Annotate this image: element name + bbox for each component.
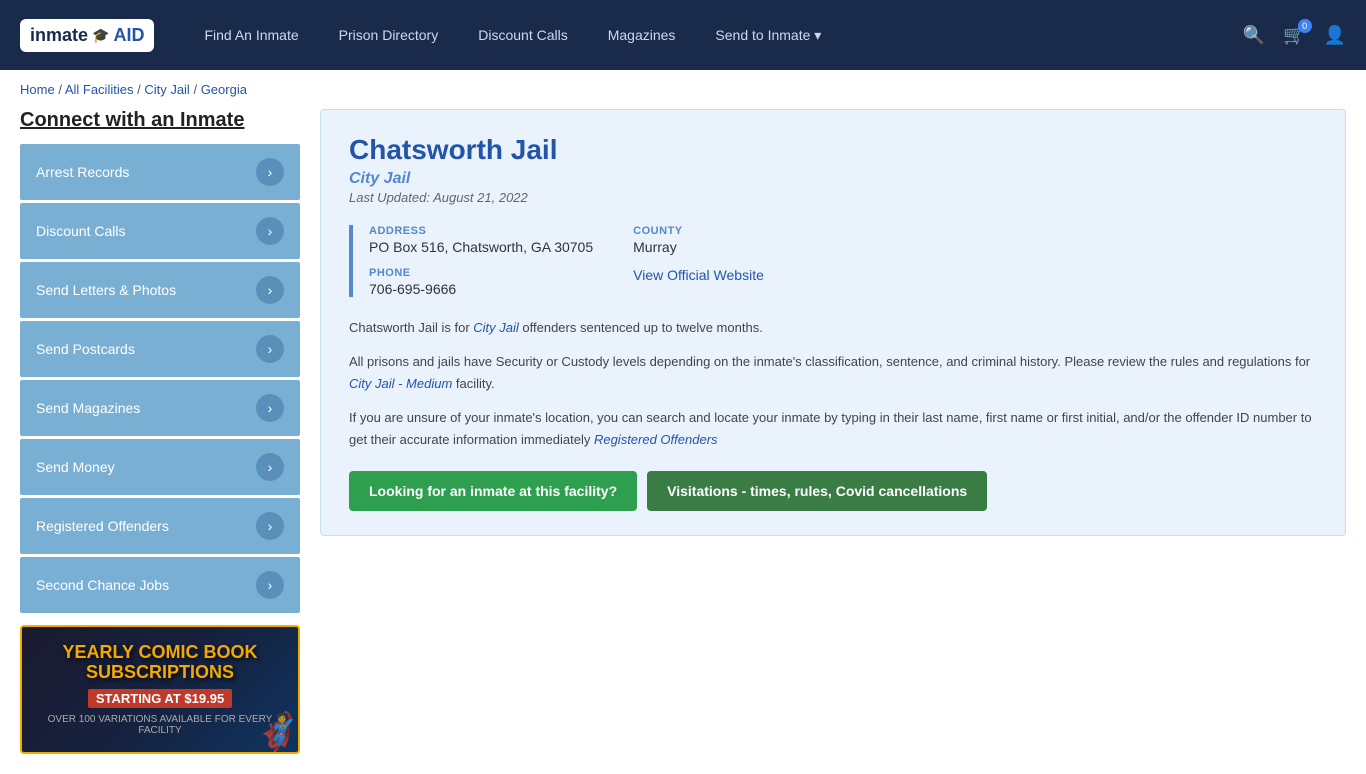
sidebar-arrow-icon: › [256, 571, 284, 599]
sidebar-item-discount-calls[interactable]: Discount Calls › [20, 203, 300, 259]
sidebar-ad[interactable]: YEARLY COMIC BOOKSUBSCRIPTIONS STARTING … [20, 625, 300, 754]
sidebar-arrow-icon: › [256, 335, 284, 363]
sidebar-item-send-postcards[interactable]: Send Postcards › [20, 321, 300, 377]
facility-description: Chatsworth Jail is for City Jail offende… [349, 317, 1317, 451]
registered-offenders-link[interactable]: Registered Offenders [594, 432, 718, 447]
cart-icon[interactable]: 🛒 0 [1283, 25, 1305, 46]
ad-starting-at: STARTING AT $19.95 [88, 689, 232, 708]
sidebar-arrow-icon: › [256, 512, 284, 540]
logo-aid-text: AID [113, 25, 144, 46]
nav-discount-calls[interactable]: Discount Calls [478, 27, 567, 43]
main-layout: Connect with an Inmate Arrest Records › … [0, 109, 1366, 774]
sidebar-item-send-letters[interactable]: Send Letters & Photos › [20, 262, 300, 318]
phone-label: PHONE [369, 267, 593, 279]
sidebar-item-label: Send Postcards [36, 341, 135, 357]
city-jail-medium-link[interactable]: City Jail - Medium [349, 376, 452, 391]
logo-text: inmate [30, 25, 88, 46]
ad-heroes-icon: 🦸 [253, 710, 300, 754]
nav-prison-directory[interactable]: Prison Directory [339, 27, 439, 43]
sidebar-item-send-magazines[interactable]: Send Magazines › [20, 380, 300, 436]
logo[interactable]: inmate 🎓 AID [20, 19, 154, 52]
breadcrumb-home[interactable]: Home [20, 82, 55, 97]
website-link[interactable]: View Official Website [633, 267, 764, 283]
sidebar-title: Connect with an Inmate [20, 109, 300, 132]
address-value: PO Box 516, Chatsworth, GA 30705 [369, 239, 593, 255]
sidebar-item-second-chance-jobs[interactable]: Second Chance Jobs › [20, 557, 300, 613]
county-label: COUNTY [633, 225, 764, 237]
nav-magazines[interactable]: Magazines [608, 27, 676, 43]
sidebar-item-label: Arrest Records [36, 164, 129, 180]
sidebar-item-label: Send Letters & Photos [36, 282, 176, 298]
sidebar-item-send-money[interactable]: Send Money › [20, 439, 300, 495]
breadcrumb-state[interactable]: Georgia [201, 82, 247, 97]
sidebar-menu: Arrest Records › Discount Calls › Send L… [20, 144, 300, 613]
facility-name: Chatsworth Jail [349, 134, 1317, 166]
main-content: Chatsworth Jail City Jail Last Updated: … [320, 109, 1346, 754]
sidebar-item-label: Discount Calls [36, 223, 125, 239]
sidebar-item-label: Send Magazines [36, 400, 140, 416]
desc-para-1: Chatsworth Jail is for City Jail offende… [349, 317, 1317, 339]
nav-send-to-inmate[interactable]: Send to Inmate ▾ [715, 27, 821, 44]
user-icon[interactable]: 👤 [1324, 25, 1346, 46]
facility-card: Chatsworth Jail City Jail Last Updated: … [320, 109, 1346, 536]
county-col: COUNTY Murray View Official Website [633, 225, 764, 297]
desc-para-2: All prisons and jails have Security or C… [349, 351, 1317, 395]
breadcrumb: Home / All Facilities / City Jail / Geor… [0, 70, 1366, 109]
sidebar: Connect with an Inmate Arrest Records › … [20, 109, 300, 754]
nav-find-inmate[interactable]: Find An Inmate [204, 27, 298, 43]
desc-para-3: If you are unsure of your inmate's locat… [349, 407, 1317, 451]
breadcrumb-city-jail[interactable]: City Jail [144, 82, 190, 97]
sidebar-arrow-icon: › [256, 453, 284, 481]
facility-details: ADDRESS PO Box 516, Chatsworth, GA 30705… [349, 225, 1317, 297]
sidebar-arrow-icon: › [256, 276, 284, 304]
city-jail-link-1[interactable]: City Jail [473, 320, 519, 335]
logo-hat-icon: 🎓 [92, 27, 109, 44]
facility-type: City Jail [349, 170, 1317, 188]
sidebar-arrow-icon: › [256, 394, 284, 422]
facility-updated: Last Updated: August 21, 2022 [349, 190, 1317, 205]
sidebar-item-label: Registered Offenders [36, 518, 169, 534]
ad-title: YEARLY COMIC BOOKSUBSCRIPTIONS [62, 643, 257, 683]
sidebar-item-label: Second Chance Jobs [36, 577, 169, 593]
sidebar-item-registered-offenders[interactable]: Registered Offenders › [20, 498, 300, 554]
breadcrumb-sep3: / [193, 82, 200, 97]
county-value: Murray [633, 239, 764, 255]
header-icons: 🔍 🛒 0 👤 [1243, 25, 1346, 46]
address-col: ADDRESS PO Box 516, Chatsworth, GA 30705… [369, 225, 593, 297]
sidebar-arrow-icon: › [256, 158, 284, 186]
ad-note: OVER 100 VARIATIONS AVAILABLE FOR EVERY … [34, 714, 286, 736]
header: inmate 🎓 AID Find An Inmate Prison Direc… [0, 0, 1366, 70]
action-buttons: Looking for an inmate at this facility? … [349, 471, 1317, 511]
address-label: ADDRESS [369, 225, 593, 237]
sidebar-item-arrest-records[interactable]: Arrest Records › [20, 144, 300, 200]
cart-badge: 0 [1298, 19, 1312, 33]
looking-for-inmate-button[interactable]: Looking for an inmate at this facility? [349, 471, 637, 511]
sidebar-arrow-icon: › [256, 217, 284, 245]
breadcrumb-all-facilities[interactable]: All Facilities [65, 82, 134, 97]
search-icon[interactable]: 🔍 [1243, 25, 1265, 46]
visitations-button[interactable]: Visitations - times, rules, Covid cancel… [647, 471, 987, 511]
sidebar-item-label: Send Money [36, 459, 115, 475]
phone-value: 706-695-9666 [369, 281, 593, 297]
main-nav: Find An Inmate Prison Directory Discount… [204, 27, 1212, 44]
